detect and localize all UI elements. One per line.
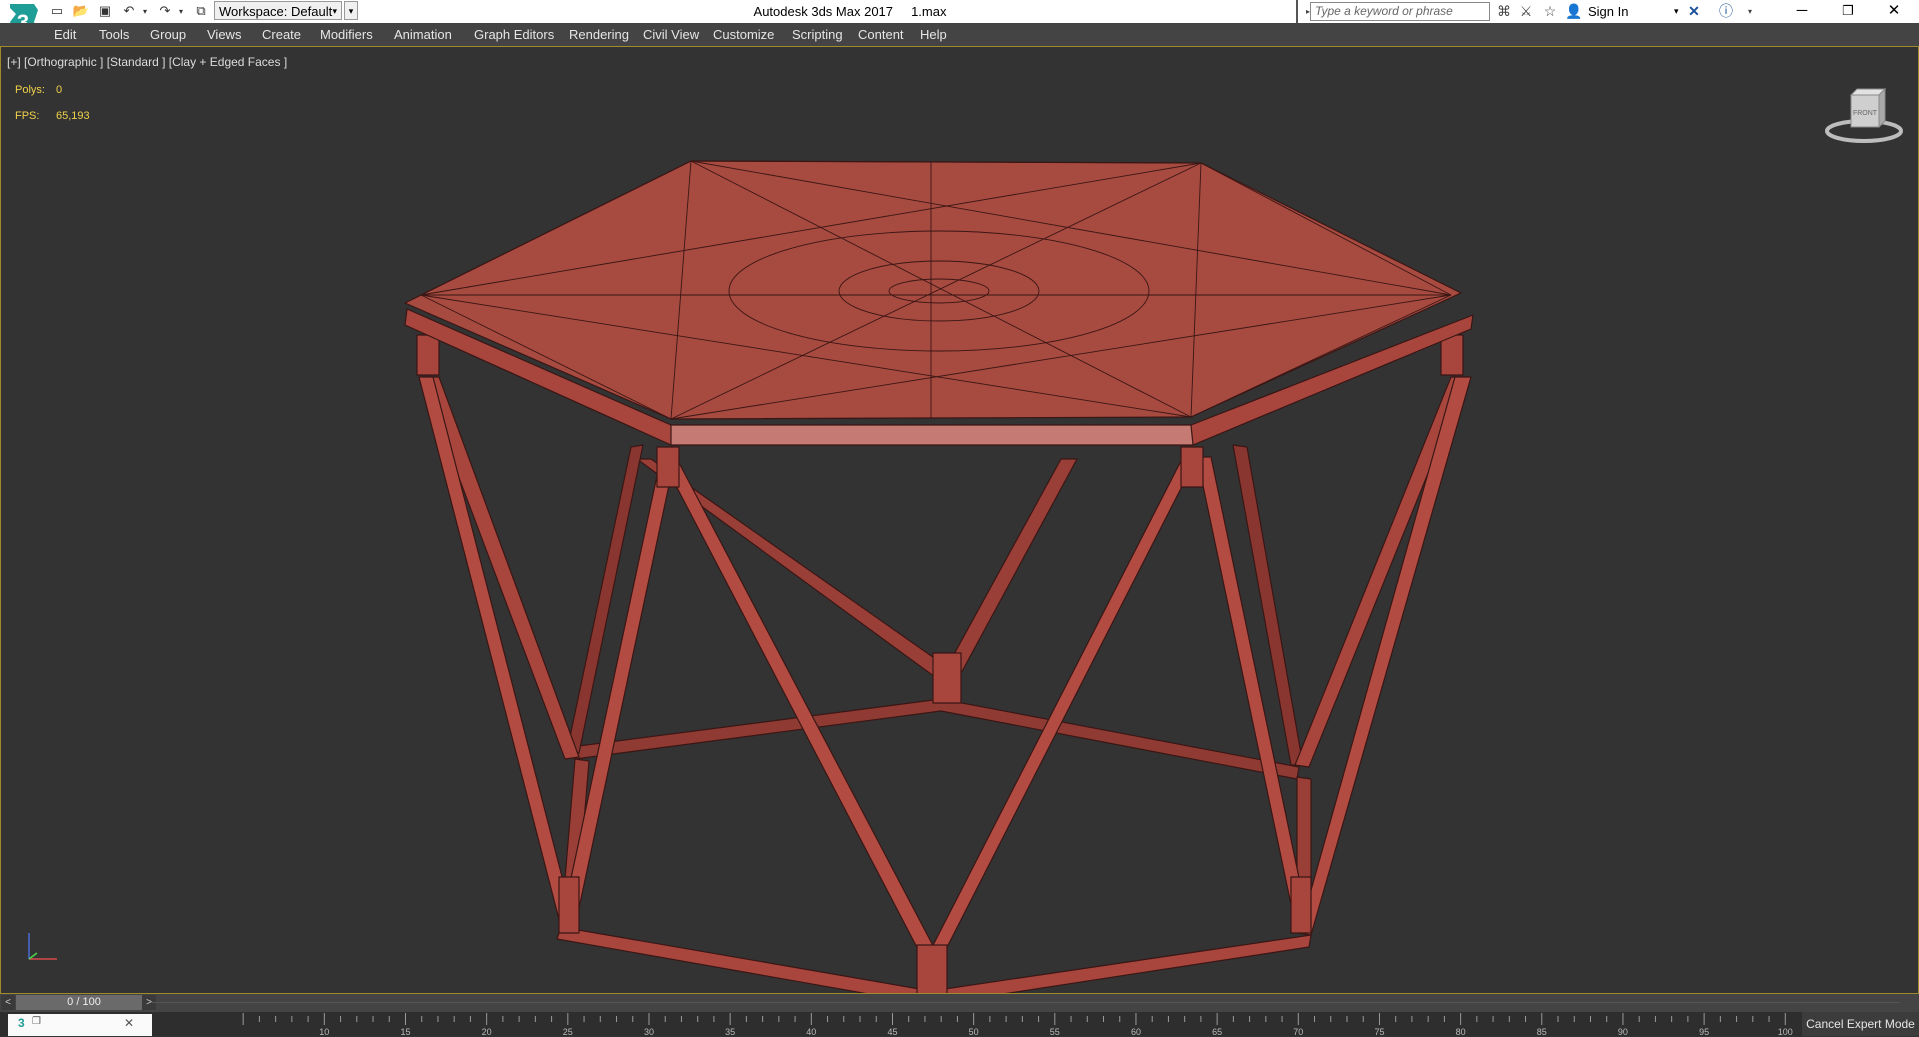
restore-icon[interactable]: ❐: [1825, 0, 1871, 23]
polys-value: 0: [56, 84, 63, 96]
axis-gizmo-icon: [28, 933, 57, 960]
title-bar: 3 ▭ 📂 ▣ ↶ ▾ ↷ ▾ ⧉ Workspace: Default ▾ ▾…: [0, 0, 1919, 46]
help-dropdown-icon[interactable]: ▾: [1740, 2, 1760, 21]
undo-icon[interactable]: ↶: [120, 2, 138, 20]
menu-group[interactable]: Group: [150, 23, 186, 46]
subscription-icon[interactable]: ⚔: [1516, 2, 1536, 21]
menu-tools[interactable]: Tools: [99, 23, 129, 46]
menu-customize[interactable]: Customize: [713, 23, 774, 46]
menu-animation[interactable]: Animation: [394, 23, 452, 46]
chevron-down-icon: ▾: [332, 6, 337, 16]
mini-listener-panel[interactable]: 3 ❐ ✕: [8, 1014, 152, 1036]
save-file-icon[interactable]: ▣: [96, 2, 114, 20]
time-slider[interactable]: 0 / 100: [16, 995, 152, 1010]
menu-civil-view[interactable]: Civil View: [643, 23, 699, 46]
time-bar: < 0 / 100 >: [0, 994, 1919, 1012]
redo-dropdown-icon[interactable]: ▾: [176, 2, 186, 20]
binoculars-icon[interactable]: ⌘: [1494, 2, 1514, 21]
chevron-down-icon[interactable]: ▾: [1674, 0, 1679, 23]
track-bar[interactable]: 3 ❐ ✕ 10 15 20 25 30 35 40 45 50 55 60 65 70 75 80 85 90…: [0, 1012, 1919, 1037]
undo-dropdown-icon[interactable]: ▾: [140, 2, 150, 20]
menu-scripting[interactable]: Scripting: [792, 23, 843, 46]
menu-modifiers[interactable]: Modifiers: [320, 23, 373, 46]
menu-rendering[interactable]: Rendering: [569, 23, 629, 46]
previous-frame-icon[interactable]: <: [1, 995, 15, 1010]
hexagonal-table-model: [404, 160, 1474, 993]
window-title: Autodesk 3ds Max 2017 1.max: [753, 4, 947, 19]
help-icon[interactable]: ⓘ: [1716, 2, 1736, 21]
redo-icon[interactable]: ↷: [156, 2, 174, 20]
minimize-icon[interactable]: ─: [1779, 0, 1825, 23]
viewcube-label: FRONT: [1853, 110, 1878, 117]
workspace-label: Workspace: Default: [219, 4, 333, 19]
menu-content[interactable]: Content: [858, 23, 904, 46]
menu-create[interactable]: Create: [262, 23, 301, 46]
menu-help[interactable]: Help: [920, 23, 947, 46]
time-slider-track[interactable]: [152, 1002, 1900, 1003]
new-file-icon[interactable]: ▭: [48, 2, 66, 20]
app-mini-icon: 3: [18, 1016, 25, 1030]
menu-views[interactable]: Views: [207, 23, 241, 46]
sign-in-button[interactable]: Sign In: [1588, 0, 1628, 23]
close-icon[interactable]: ✕: [1871, 0, 1917, 23]
menu-graph-editors[interactable]: Graph Editors: [474, 23, 554, 46]
polys-stat: Polys: 0: [15, 84, 62, 96]
search-input[interactable]: Type a keyword or phrase: [1310, 2, 1490, 21]
close-mini-icon[interactable]: ✕: [124, 1016, 134, 1030]
menu-edit[interactable]: Edit: [54, 23, 76, 46]
quick-access-customize-icon[interactable]: ▾: [344, 1, 358, 20]
fps-stat: FPS: 65,193: [15, 110, 90, 122]
user-icon[interactable]: 👤: [1564, 2, 1584, 21]
open-file-icon[interactable]: 📂: [72, 2, 90, 20]
restore-mini-icon[interactable]: ❐: [32, 1016, 41, 1027]
cancel-expert-mode-button[interactable]: Cancel Expert Mode: [1802, 1012, 1919, 1036]
polys-label: Polys:: [15, 84, 45, 96]
workspace-dropdown[interactable]: Workspace: Default ▾: [214, 1, 342, 20]
fps-label: FPS:: [15, 110, 40, 122]
favorites-star-icon[interactable]: ☆: [1540, 2, 1560, 21]
viewport-label[interactable]: [+] [Orthographic ] [Standard ] [Clay + …: [7, 55, 287, 69]
project-folder-icon[interactable]: ⧉: [192, 2, 210, 20]
fps-value: 65,193: [56, 110, 90, 122]
viewcube-icon[interactable]: FRONT: [1823, 83, 1905, 147]
menu-bar: Edit Tools Group Views Create Modifiers …: [0, 23, 1919, 47]
perspective-viewport[interactable]: [+] [Orthographic ] [Standard ] [Clay + …: [0, 46, 1919, 994]
exchange-apps-icon[interactable]: ✕: [1684, 2, 1704, 21]
